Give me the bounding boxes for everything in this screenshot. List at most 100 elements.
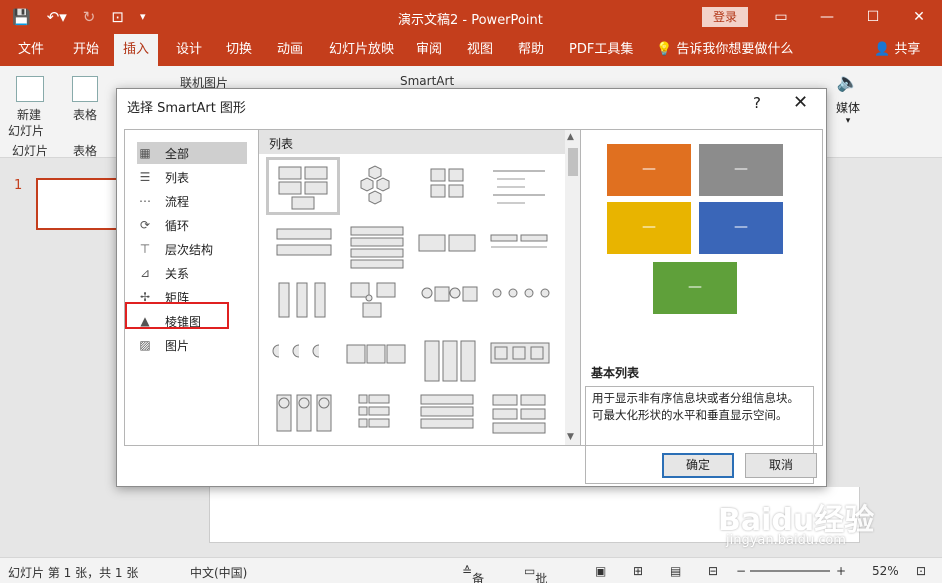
scroll-down-icon[interactable]: ▼: [567, 432, 574, 442]
zoom-slider[interactable]: [750, 570, 830, 572]
layout-thumbnail: [350, 282, 396, 318]
present-icon[interactable]: ⊡: [111, 8, 124, 26]
category-relationship[interactable]: ⊿ 关系: [137, 262, 247, 284]
maximize-icon[interactable]: ☐: [850, 0, 896, 34]
scrollbar-thumb[interactable]: [568, 148, 578, 176]
gallery-scrollbar[interactable]: ▲ ▼: [565, 130, 580, 445]
zoom-in-icon[interactable]: +: [836, 564, 846, 578]
category-list-type[interactable]: ☰ 列表: [137, 166, 247, 188]
zoom-out-icon[interactable]: −: [736, 564, 746, 578]
picture-icon: ▨: [139, 338, 151, 352]
window-controls: ▭ — ☐ ✕: [758, 0, 942, 34]
gallery-layout-item[interactable]: [341, 220, 409, 272]
category-cycle[interactable]: ⟳ 循环: [137, 214, 247, 236]
notes-button[interactable]: ≙ 备注: [462, 564, 484, 583]
gallery-layout-item[interactable]: [485, 338, 553, 390]
tab-transitions[interactable]: 切换: [220, 34, 258, 66]
smartart-dialog: 选择 SmartArt 图形 ? ✕ ▦ 全部 ☰ 列表 ⋯ 流程 ⟳ 循环 ⊤ 层次结构…: [116, 88, 827, 487]
ribbon-display-icon[interactable]: ▭: [758, 0, 804, 34]
gallery-layout-item[interactable]: [485, 220, 553, 272]
tell-me-search[interactable]: 💡 告诉我你想要做什么: [650, 34, 799, 66]
reading-view-icon[interactable]: ▤: [670, 564, 681, 578]
gallery-layout-item[interactable]: [341, 278, 409, 330]
tab-home[interactable]: 开始: [67, 34, 105, 66]
tab-design[interactable]: 设计: [170, 34, 208, 66]
new-slide-label[interactable]: 新建: [17, 106, 41, 123]
speaker-icon: 🔈: [836, 72, 860, 93]
status-bar: 幻灯片 第 1 张，共 1 张 中文(中国) ≙ 备注 ▭ 批注 ▣ ⊞ ▤ ⊟…: [0, 557, 942, 583]
layout-thumbnail: [272, 344, 320, 358]
new-slide-label-2[interactable]: 幻灯片: [8, 122, 44, 139]
layout-thumbnail: [492, 288, 550, 298]
redo-icon[interactable]: ↻: [83, 8, 96, 26]
category-label: 关系: [165, 266, 190, 281]
category-all[interactable]: ▦ 全部: [137, 142, 247, 164]
category-hierarchy[interactable]: ⊤ 层次结构: [137, 238, 247, 260]
slide-thumbnail[interactable]: [36, 178, 118, 230]
gallery-layout-item[interactable]: [413, 160, 481, 212]
gallery-layout-item[interactable]: [269, 390, 337, 442]
new-slide-icon[interactable]: [16, 76, 44, 102]
zoom-level[interactable]: 52%: [872, 564, 899, 578]
tab-pdf-tools[interactable]: PDF工具集: [563, 34, 639, 66]
language[interactable]: 中文(中国): [190, 564, 247, 581]
login-button[interactable]: 登录: [702, 7, 748, 27]
gallery-layout-item[interactable]: [341, 338, 409, 390]
media-button[interactable]: 🔈 媒体 ▾: [826, 72, 870, 136]
gallery-layout-item[interactable]: [413, 338, 481, 390]
table-icon[interactable]: [72, 76, 98, 102]
gallery-layout-item[interactable]: [341, 390, 409, 442]
gallery-layout-item[interactable]: [269, 220, 337, 272]
ok-button[interactable]: 确定: [662, 453, 734, 478]
share-button[interactable]: 👤 共享: [868, 34, 926, 66]
layout-thumbnail: [492, 394, 546, 434]
gallery-layout-item[interactable]: [485, 278, 553, 330]
tab-file[interactable]: 文件: [12, 34, 50, 66]
process-icon: ⋯: [139, 194, 151, 208]
tab-slideshow[interactable]: 幻灯片放映: [323, 34, 400, 66]
gallery-layout-item[interactable]: [341, 160, 409, 212]
table-label[interactable]: 表格: [73, 106, 97, 123]
scroll-up-icon[interactable]: ▲: [567, 132, 574, 142]
close-window-icon[interactable]: ✕: [896, 0, 942, 34]
close-dialog-button[interactable]: ✕: [793, 92, 808, 113]
tab-insert[interactable]: 插入: [114, 34, 159, 66]
layout-thumbnail: [276, 228, 332, 256]
fit-slide-icon[interactable]: ⊡: [916, 564, 926, 578]
layout-thumbnail: [424, 340, 476, 382]
cancel-button[interactable]: 取消: [745, 453, 817, 478]
table-group-label: 表格: [73, 144, 98, 158]
layout-name: 基本列表: [591, 366, 640, 380]
gallery-layout-item[interactable]: [413, 390, 481, 442]
smartart-label[interactable]: SmartArt: [400, 74, 454, 88]
layout-thumbnail: [430, 168, 464, 198]
gallery-header: 列表: [259, 130, 565, 154]
gallery-layout-item[interactable]: [269, 278, 337, 330]
gallery-layout-item[interactable]: [413, 220, 481, 272]
gallery-layout-item[interactable]: [485, 160, 553, 212]
tab-animations[interactable]: 动画: [271, 34, 309, 66]
gallery-layout-item[interactable]: [269, 338, 337, 390]
undo-icon[interactable]: ↶▾: [47, 8, 67, 26]
category-picture[interactable]: ▨ 图片: [137, 334, 247, 356]
slide-sorter-icon[interactable]: ⊞: [633, 564, 643, 578]
gallery-layout-item[interactable]: [266, 157, 340, 215]
help-button[interactable]: ?: [753, 94, 761, 112]
gallery-layout-item[interactable]: [485, 390, 553, 442]
tab-help[interactable]: 帮助: [512, 34, 550, 66]
gallery-layout-item[interactable]: [413, 278, 481, 330]
customize-qat-icon[interactable]: ▾: [140, 8, 146, 26]
comments-button[interactable]: ▭ 批注: [524, 564, 547, 583]
tab-view[interactable]: 视图: [461, 34, 499, 66]
layout-thumbnail: [350, 226, 404, 269]
category-label: 列表: [165, 170, 190, 185]
normal-view-icon[interactable]: ▣: [595, 564, 606, 578]
minimize-icon[interactable]: —: [804, 0, 850, 34]
save-icon[interactable]: 💾: [12, 8, 31, 26]
preview-shape: —: [653, 262, 737, 314]
category-process[interactable]: ⋯ 流程: [137, 190, 247, 212]
category-label: 图片: [165, 338, 190, 353]
slideshow-view-icon[interactable]: ⊟: [708, 564, 718, 578]
tell-me-label: 告诉我你想要做什么: [676, 42, 794, 57]
tab-review[interactable]: 审阅: [410, 34, 448, 66]
